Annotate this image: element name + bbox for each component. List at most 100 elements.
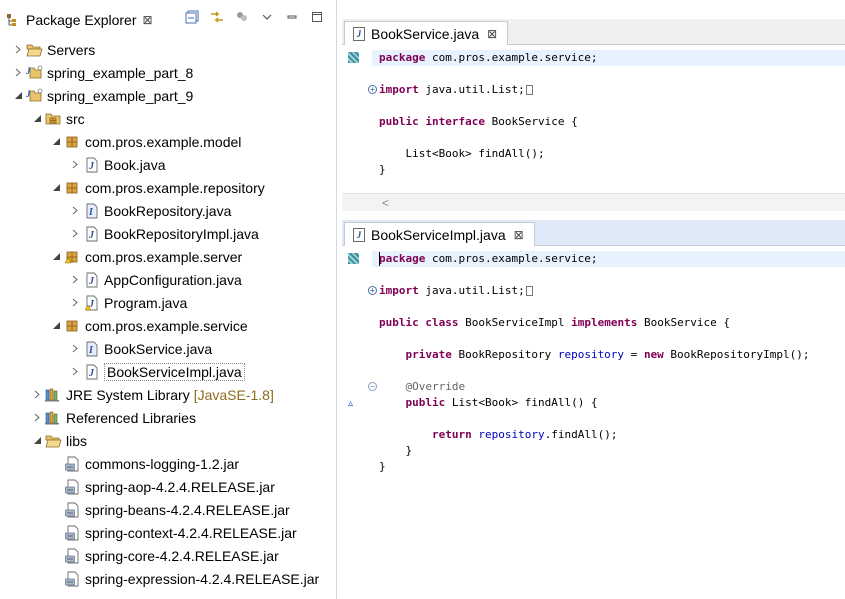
expand-arrow-icon[interactable]	[67, 153, 83, 176]
override-marker-icon[interactable]: ▵	[348, 399, 359, 409]
expand-arrow-icon[interactable]	[67, 222, 83, 245]
code-area[interactable]: package com.pros.example.service; + import…	[342, 45, 845, 211]
java-file-icon: J	[83, 272, 100, 288]
tree-item[interactable]: spring-context-4.2.4.RELEASE.jar	[48, 521, 297, 544]
tree-item[interactable]: com.pros.example.repository	[48, 176, 265, 199]
java-file-icon: J	[83, 157, 100, 173]
tree-item[interactable]: com.pros.example.server	[48, 245, 242, 268]
code-area[interactable]: package com.pros.example.service; + import…	[342, 246, 845, 599]
expand-fold-icon[interactable]: +	[368, 85, 377, 94]
tree-item[interactable]: I BookRepository.java	[67, 199, 231, 222]
collapse-arrow-icon[interactable]	[48, 176, 64, 199]
tree-item[interactable]: I BookService.java	[67, 337, 212, 360]
java-interface-file-icon: I	[83, 341, 100, 357]
link-with-editor-icon[interactable]	[209, 9, 225, 25]
code-token: repository	[557, 348, 625, 361]
expand-arrow-icon[interactable]	[29, 406, 45, 429]
tree-item[interactable]: J AppConfiguration.java	[67, 268, 242, 291]
expand-arrow-icon[interactable]	[67, 199, 83, 222]
tree-item[interactable]: spring-aop-4.2.4.RELEASE.jar	[48, 475, 275, 498]
tree-item[interactable]: Referenced Libraries	[29, 406, 196, 429]
editor-book-service-impl: J BookServiceImpl.java ⊠ package com.pro…	[342, 220, 845, 599]
code-token: public	[405, 396, 446, 409]
tree-item-label: com.pros.example.repository	[85, 179, 265, 196]
package-icon	[64, 180, 81, 196]
tree-item[interactable]: J Book.java	[67, 153, 165, 176]
tree-item[interactable]: commons-logging-1.2.jar	[48, 452, 239, 475]
folded-region-icon[interactable]	[525, 85, 533, 95]
tab-book-service[interactable]: J BookService.java ⊠	[344, 21, 509, 45]
tree-item-decoration: [JavaSE-1.8]	[193, 386, 274, 403]
tree-item-label: spring-core-4.2.4.RELEASE.jar	[85, 547, 279, 564]
project-icon: J	[26, 65, 43, 81]
expand-arrow-icon[interactable]	[10, 61, 26, 84]
code-line: public List<Book> findAll() {	[379, 395, 598, 411]
tree-item[interactable]: spring-expression-4.2.4.RELEASE.jar	[48, 567, 319, 590]
tree-item-label: spring-context-4.2.4.RELEASE.jar	[85, 524, 297, 541]
view-menu-icon[interactable]	[259, 9, 275, 25]
collapse-arrow-icon[interactable]	[48, 130, 64, 153]
tab-label: BookServiceImpl.java	[371, 226, 506, 243]
tree-item-label: BookServiceImpl.java	[104, 362, 245, 381]
package-explorer-icon	[6, 13, 20, 27]
maximize-icon[interactable]	[309, 9, 325, 25]
tree-item[interactable]: JRE System Library [JavaSE-1.8]	[29, 383, 274, 406]
expand-arrow-icon[interactable]	[67, 268, 83, 291]
expand-arrow-icon[interactable]	[10, 38, 26, 61]
tree-item-label: commons-logging-1.2.jar	[85, 455, 240, 472]
tree-item[interactable]: Jspring_example_part_8	[10, 61, 193, 84]
code-line: package com.pros.example.service;	[379, 50, 598, 66]
tree-item-label: com.pros.example.service	[85, 317, 248, 334]
tree-item-label: src	[66, 110, 85, 127]
tree-item[interactable]: spring-core-4.2.4.RELEASE.jar	[48, 544, 279, 567]
svg-text:J: J	[88, 276, 95, 287]
collapse-arrow-icon[interactable]	[29, 429, 45, 452]
expand-arrow-icon[interactable]	[67, 291, 83, 314]
code-token: private	[405, 348, 452, 361]
collapse-arrow-icon[interactable]	[29, 107, 45, 130]
tree-item[interactable]: Jspring_example_part_9	[10, 84, 193, 107]
tree-item[interactable]: src	[29, 107, 85, 130]
code-token: .findAll();	[544, 428, 618, 441]
code-line: List<Book> findAll();	[379, 146, 545, 162]
expand-arrow-icon[interactable]	[67, 360, 83, 383]
tree-item[interactable]: libs	[29, 429, 87, 452]
collapse-fold-icon[interactable]: −	[368, 382, 377, 391]
filters-icon[interactable]	[234, 9, 250, 25]
tree-item[interactable]: spring-beans-4.2.4.RELEASE.jar	[48, 498, 290, 521]
java-file-icon: J	[353, 227, 365, 242]
expand-fold-icon[interactable]: +	[368, 286, 377, 295]
code-token: implements	[571, 316, 638, 329]
tree-item-label: spring-beans-4.2.4.RELEASE.jar	[85, 501, 290, 518]
close-icon[interactable]: ⊠	[143, 13, 153, 27]
tree-item[interactable]: J BookServiceImpl.java	[67, 360, 245, 383]
code-token: com.pros.example.service;	[425, 51, 598, 64]
tree-item[interactable]: com.pros.example.model	[48, 130, 241, 153]
java-interface-file-icon: I	[83, 203, 100, 219]
tree-item[interactable]: com.pros.example.service	[48, 314, 248, 337]
tree-item[interactable]: J Program.java	[67, 291, 187, 314]
collapse-all-icon[interactable]	[184, 9, 200, 25]
package-explorer-tab[interactable]: Package Explorer ⊠	[6, 6, 153, 33]
horizontal-scrollbar[interactable]: <	[342, 193, 845, 211]
code-line: import java.util.List;	[379, 82, 533, 98]
code-line: public interface BookService {	[379, 114, 578, 130]
close-icon[interactable]: ⊠	[487, 27, 497, 41]
expand-arrow-icon[interactable]	[29, 383, 45, 406]
scroll-left-icon[interactable]: <	[382, 196, 389, 210]
collapse-arrow-icon[interactable]	[10, 84, 26, 107]
collapse-arrow-icon[interactable]	[48, 245, 64, 268]
code-token: List<Book> findAll();	[379, 147, 545, 160]
package-warning-icon	[64, 249, 81, 265]
collapse-arrow-icon[interactable]	[48, 314, 64, 337]
tree-item[interactable]: J BookRepositoryImpl.java	[67, 222, 259, 245]
code-token: BookRepositoryImpl();	[663, 348, 810, 361]
tree-item[interactable]: Servers	[10, 38, 95, 61]
expand-arrow-icon[interactable]	[67, 337, 83, 360]
close-icon[interactable]: ⊠	[514, 228, 524, 242]
minimize-icon[interactable]	[284, 9, 300, 25]
tab-book-service-impl[interactable]: J BookServiceImpl.java ⊠	[344, 222, 535, 246]
folded-region-icon[interactable]	[525, 286, 533, 296]
